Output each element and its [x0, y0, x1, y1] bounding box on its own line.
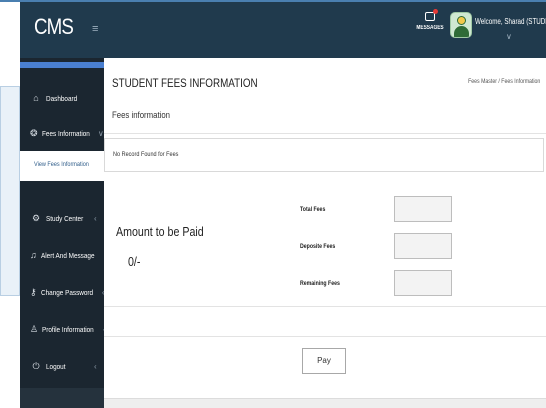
sidebar-item-label: Profile Information — [42, 324, 94, 334]
sidebar-item-logout[interactable]: ⏻ Logout ‹ — [20, 352, 104, 380]
sidebar-item-label: Study Center — [46, 213, 84, 223]
no-record-panel: No Record Found for Fees — [104, 138, 544, 172]
deposit-fees-label: Deposite Fees — [300, 243, 336, 250]
pay-button[interactable]: Pay — [302, 348, 346, 374]
no-record-message: No Record Found for Fees — [113, 151, 179, 158]
amount-to-pay-value: 0/- — [128, 254, 141, 269]
sidebar: ⌂ Dashboard ❂ Fees Information ∨ View Fe… — [20, 58, 106, 408]
sidebar-footer — [20, 388, 104, 408]
deposit-fees-field[interactable] — [394, 233, 452, 259]
chevron-left-icon: ‹ — [94, 361, 97, 371]
fees-submenu: View Fees Information — [20, 151, 104, 181]
sidebar-item-label: Alert And Message — [40, 250, 95, 260]
section-title: Fees information — [112, 110, 171, 121]
user-avatar[interactable] — [450, 12, 472, 38]
notification-dot — [433, 9, 438, 14]
messages-label: MESSAGES — [416, 25, 444, 31]
chevron-down-icon[interactable]: ∨ — [506, 32, 512, 41]
key-icon: ⚷ — [30, 286, 37, 297]
sidebar-item-change-password[interactable]: ⚷ Change Password ‹ — [20, 278, 105, 306]
divider — [104, 306, 546, 307]
sidebar-item-label: Logout — [46, 361, 66, 371]
messages-button[interactable]: MESSAGES — [412, 9, 448, 52]
amount-to-pay-label: Amount to be Paid — [116, 224, 204, 239]
home-icon: ⌂ — [33, 93, 39, 103]
menu-toggle-icon[interactable]: ≡ — [92, 24, 102, 35]
breadcrumb[interactable]: Fees Master / Fees Information — [468, 78, 540, 85]
page-header: STUDENT FEES INFORMATION Fees Master / F… — [104, 58, 546, 134]
chevron-left-icon: ‹ — [94, 213, 97, 223]
bell-icon: ♫ — [30, 250, 37, 260]
avatar-body — [454, 26, 469, 37]
top-navbar: CMS ≡ MESSAGES Welcome, Sharad (STUDENT)… — [20, 2, 546, 58]
message-icon — [425, 9, 438, 21]
total-fees-field[interactable] — [394, 196, 452, 222]
remaining-fees-label: Remaining Fees — [300, 280, 340, 287]
payment-summary: Amount to be Paid 0/- Total Fees Deposit… — [104, 186, 546, 336]
sidebar-accent-bar — [20, 62, 104, 68]
fees-icon: ❂ — [30, 127, 38, 138]
avatar-head — [457, 16, 466, 25]
user-icon: ♙ — [30, 323, 39, 334]
outer-side-panel — [0, 86, 20, 296]
sidebar-item-label: Change Password — [40, 287, 93, 297]
gear-icon: ⚙ — [31, 212, 41, 223]
page-title: STUDENT FEES INFORMATION — [112, 76, 258, 90]
sidebar-item-fees-information[interactable]: ❂ Fees Information ∨ — [20, 119, 104, 147]
remaining-fees-field[interactable] — [394, 270, 452, 296]
sidebar-item-label: Fees Information — [41, 128, 90, 138]
sidebar-item-study-center[interactable]: ⚙ Study Center ‹ — [20, 204, 104, 232]
sidebar-item-label: Dashboard — [46, 93, 78, 103]
sidebar-item-alert-and-message[interactable]: ♫ Alert And Message ‹ — [20, 241, 106, 269]
sidebar-item-profile-information[interactable]: ♙ Profile Information ‹ — [20, 315, 106, 343]
divider — [104, 336, 546, 337]
view-fees-information-link[interactable]: View Fees Information — [34, 161, 89, 168]
power-icon: ⏻ — [32, 360, 40, 371]
sidebar-item-dashboard[interactable]: ⌂ Dashboard — [20, 84, 104, 112]
main-content: STUDENT FEES INFORMATION Fees Master / F… — [104, 58, 546, 408]
page-footer — [104, 398, 546, 408]
brand-logo[interactable]: CMS — [34, 14, 74, 40]
welcome-user-menu[interactable]: Welcome, Sharad (STUDENT) — [475, 17, 546, 26]
total-fees-label: Total Fees — [300, 206, 326, 213]
